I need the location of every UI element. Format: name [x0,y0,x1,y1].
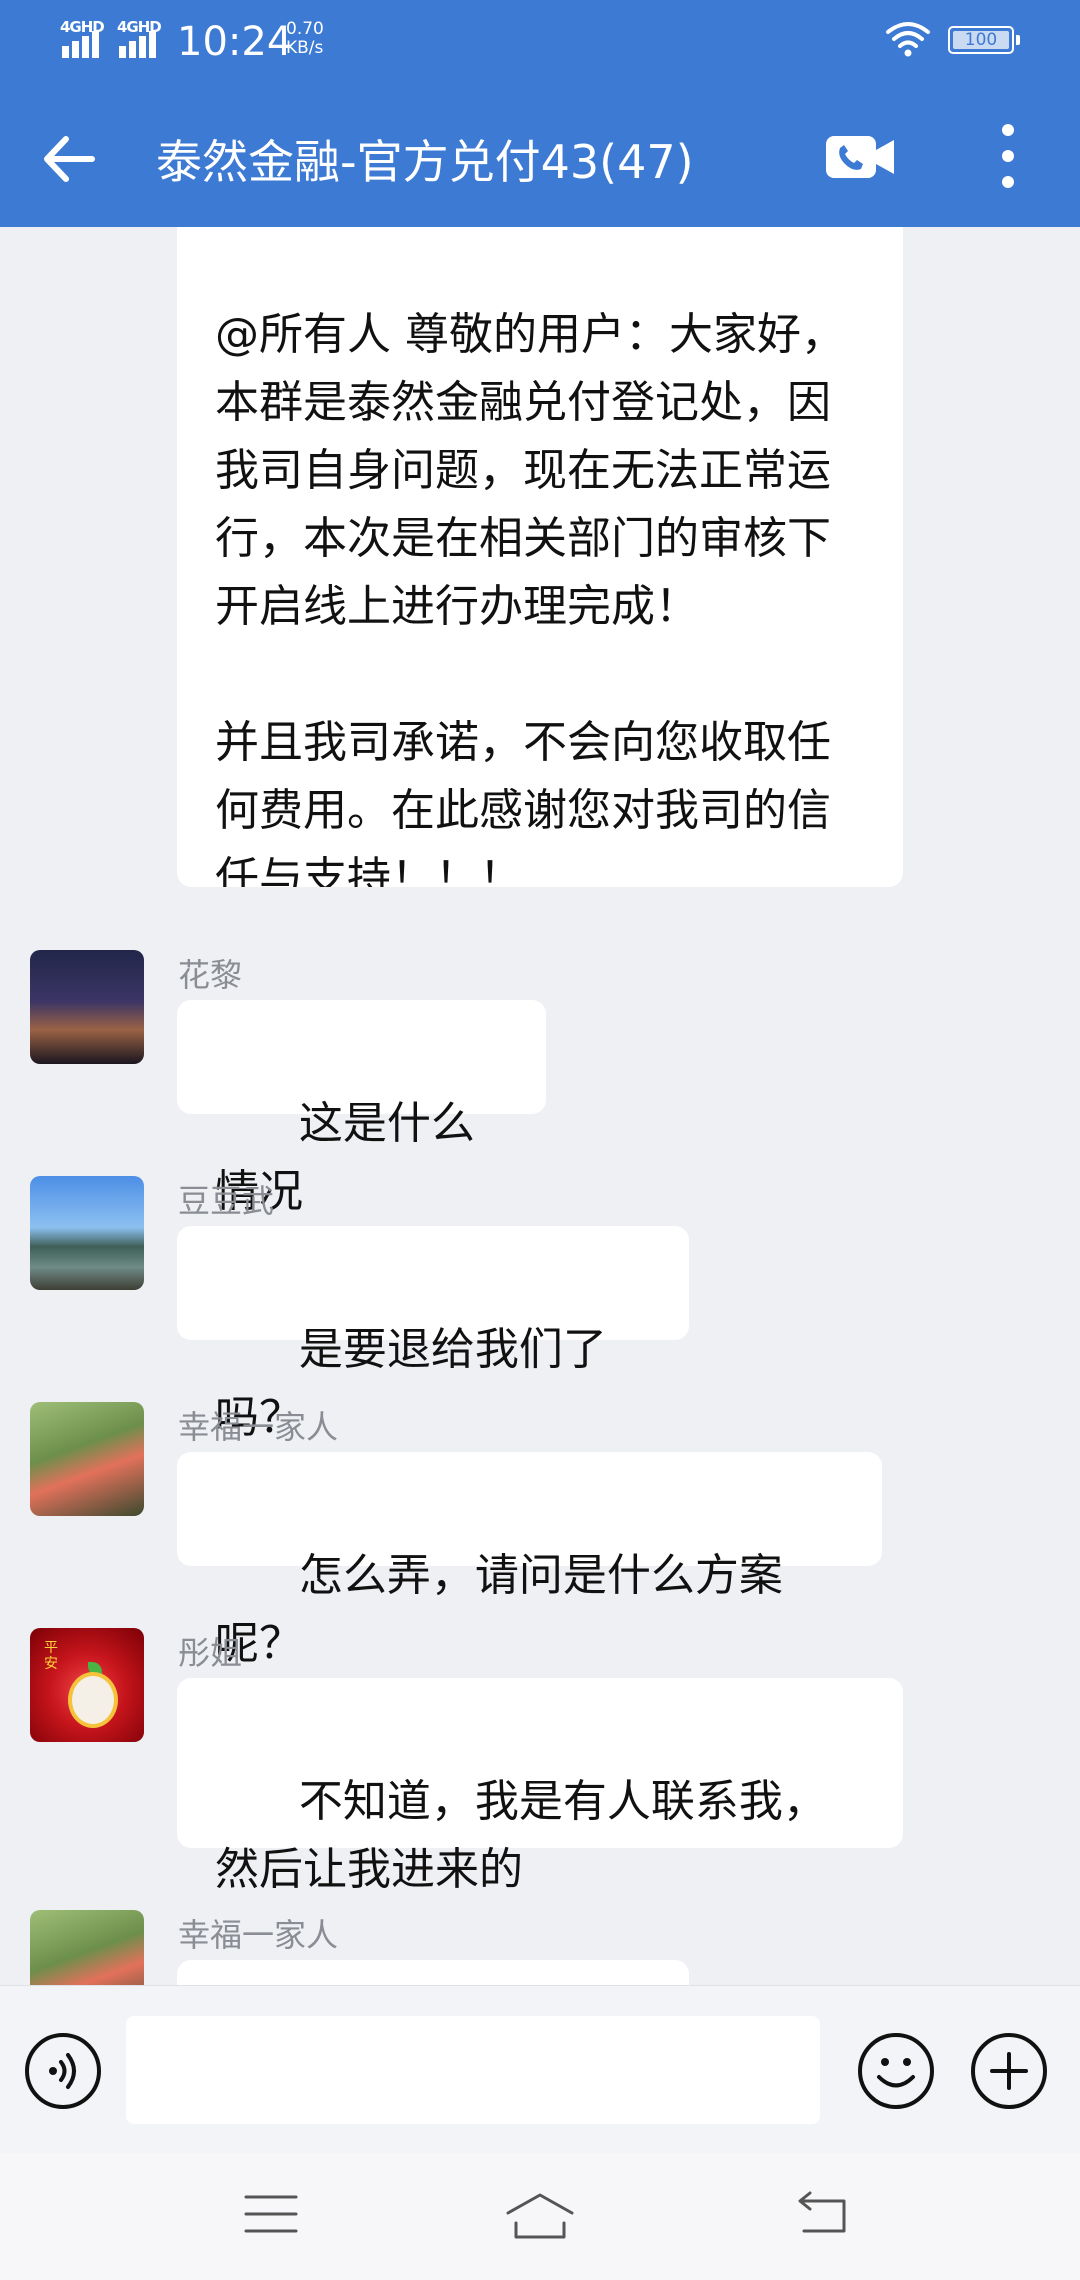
voice-icon[interactable] [22,2030,104,2112]
message-bubble[interactable]: 这是什么情况 [177,1000,546,1217]
speed-value: 0.70 [286,19,324,39]
message-list[interactable]: @所有人 尊敬的用户：大家好，本群是泰然金融兑付登记处，因我司自身问题，现在无法… [0,0,1080,1985]
clock: 10:24 [177,19,293,65]
status-bar: 4GHD 4GHD 10:24 0.70 KB/s 100 [0,0,1080,84]
sender-name: 幸福一家人 [178,1916,339,1954]
message-bubble[interactable] [177,1960,689,1985]
video-call-icon[interactable] [822,128,898,188]
wifi-icon [886,22,930,57]
lake-avatar[interactable] [30,1176,144,1290]
arrow-left-icon[interactable] [36,124,106,194]
message-text: 不知道，我是有人联系我，然后让我进来的 [215,1776,827,1895]
message-text: 怎么弄，请问是什么方案呢？ [215,1550,783,1669]
night-city-avatar[interactable] [30,950,144,1064]
chat-title[interactable]: 泰然金融-官方兑付43(47) [156,126,694,192]
network-speed: 0.70 KB/s [286,20,324,58]
battery-level: 100 [964,30,998,50]
emoji-icon[interactable] [855,2030,937,2112]
red-apple-avatar[interactable]: 平安 [30,1628,144,1742]
menu-icon[interactable] [244,2191,298,2237]
battery-icon: 100 [948,26,1020,54]
back-icon[interactable] [796,2191,850,2237]
speed-unit: KB/s [286,38,324,58]
message-bubble[interactable]: 不知道，我是有人联系我，然后让我进来的 [177,1678,903,1895]
sender-name: 彤姐 [178,1634,243,1672]
message-text: @所有人 尊敬的用户：大家好，本群是泰然金融兑付登记处，因我司自身问题，现在无法… [215,309,845,887]
avatar-text: 平安 [44,1640,58,1672]
title-bar: 泰然金融-官方兑付43(47) [0,90,1080,220]
plus-icon[interactable] [968,2030,1050,2112]
signal-1-icon: 4GHD [60,18,110,64]
message-input[interactable] [126,2016,820,2124]
sender-name: 豆豆武 [178,1182,275,1220]
signal-2-icon: 4GHD [117,18,167,64]
home-icon[interactable] [504,2191,576,2241]
message-bubble[interactable]: 怎么弄，请问是什么方案呢？ [177,1452,882,1669]
header: 4GHD 4GHD 10:24 0.70 KB/s 100 泰然金融-官方兑付4… [0,0,1080,227]
input-bar [0,1985,1080,2154]
more-vertical-icon[interactable] [990,120,1026,192]
message-bubble[interactable]: @所有人 尊敬的用户：大家好，本群是泰然金融兑付登记处，因我司自身问题，现在无法… [177,165,903,887]
sender-name: 幸福一家人 [178,1408,339,1446]
family-avatar[interactable] [30,1402,144,1516]
navigation-bar [0,2153,1080,2280]
message-bubble[interactable]: 是要退给我们了吗？ [177,1226,689,1443]
sender-name: 花黎 [178,956,243,994]
family-avatar[interactable] [30,1910,144,1985]
